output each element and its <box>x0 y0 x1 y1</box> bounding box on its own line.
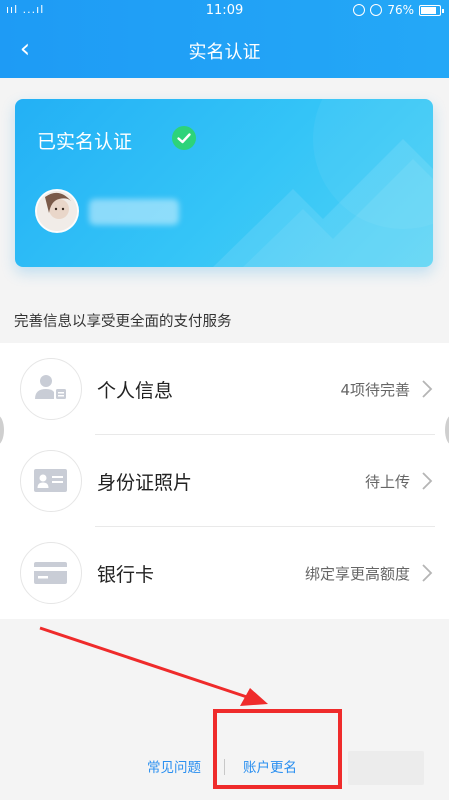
battery-level: 76% <box>387 3 414 17</box>
verification-status-title: 已实名认证 <box>37 131 133 153</box>
verification-card: 已实名认证 <box>15 99 433 267</box>
avatar <box>35 189 79 233</box>
row-status: 绑定享更高额度 <box>304 565 410 583</box>
section-hint: 完善信息以享受更全面的支付服务 <box>14 314 232 330</box>
chevron-right-icon <box>422 380 433 398</box>
chevron-right-icon <box>422 564 433 582</box>
row-label: 身份证照片 <box>97 472 193 494</box>
chevron-right-icon <box>422 472 433 490</box>
list-item-personal-info[interactable]: 个人信息 4项待完善 <box>0 343 449 435</box>
battery-icon <box>419 4 444 16</box>
annotation-highlight-box <box>213 709 342 789</box>
status-bar: ııl ...ıl 11:09 76% <box>0 0 449 22</box>
person-id-icon <box>20 358 82 420</box>
row-label: 个人信息 <box>97 380 174 402</box>
row-label: 银行卡 <box>97 564 155 586</box>
card-decoration <box>213 99 433 267</box>
row-status: 待上传 <box>364 473 410 491</box>
header: ııl ...ıl 11:09 76% ‹ 实名认证 <box>0 0 449 78</box>
alarm-icon <box>370 4 383 16</box>
list-item-id-photo[interactable]: 身份证照片 待上传 <box>0 435 449 527</box>
page-title: 实名认证 <box>188 42 261 63</box>
bank-card-icon <box>20 542 82 604</box>
faq-link[interactable]: 常见问题 <box>147 756 201 776</box>
id-card-icon <box>20 450 82 512</box>
faded-button <box>348 751 424 785</box>
row-status: 4项待完善 <box>340 381 410 399</box>
status-right: 76% <box>353 3 444 17</box>
nav-bar: ‹ 实名认证 <box>0 22 449 78</box>
rotation-lock-icon <box>353 4 366 16</box>
check-icon <box>172 126 196 150</box>
blurred-user-name <box>89 199 179 225</box>
info-list: 个人信息 4项待完善 身份证照片 待上传 银行卡 绑定享更高额度 <box>0 343 449 619</box>
